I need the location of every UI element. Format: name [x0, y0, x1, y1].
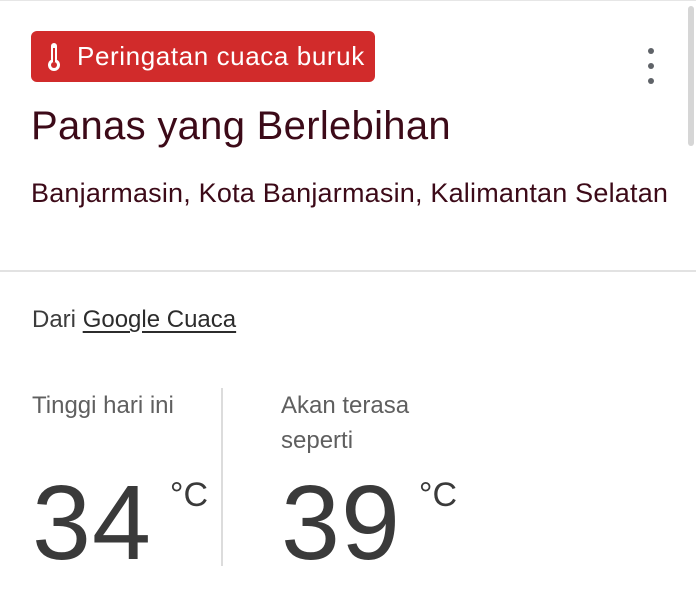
badge-label: Peringatan cuaca buruk — [77, 41, 365, 71]
source-line: Dari Google Cuaca — [32, 306, 236, 334]
alert-location: Banjarmasin, Kota Banjarmasin, Kalimanta… — [31, 178, 669, 208]
severe-weather-card: Peringatan cuaca buruk Panas yang Berleb… — [0, 0, 696, 596]
menu-dot — [648, 48, 654, 54]
high-today-unit: °C — [169, 476, 209, 514]
feels-like-label: Akan terasa seperti — [281, 392, 410, 454]
menu-dot — [648, 78, 654, 84]
feels-like-block: Akan terasa seperti 39 °C — [281, 388, 471, 576]
source-link[interactable]: Google Cuaca — [83, 306, 236, 333]
high-today-block: Tinggi hari ini 34 °C — [32, 388, 212, 576]
source-prefix: Dari — [32, 306, 77, 333]
severe-weather-badge: Peringatan cuaca buruk — [31, 31, 375, 82]
alert-title: Panas yang Berlebihan — [31, 104, 451, 148]
high-today-value: 34 — [32, 464, 152, 582]
feels-like-value: 39 — [281, 464, 401, 582]
high-today-label: Tinggi hari ini — [32, 392, 174, 419]
high-today-value-row: 34 °C — [32, 470, 208, 576]
thermometer-icon — [45, 42, 63, 72]
column-divider — [221, 388, 223, 566]
more-vert-icon[interactable] — [636, 48, 666, 84]
feels-like-unit: °C — [418, 476, 458, 514]
feels-like-value-row: 39 °C — [281, 470, 457, 576]
menu-dot — [648, 63, 654, 69]
alert-header: Peringatan cuaca buruk Panas yang Berleb… — [0, 0, 696, 272]
